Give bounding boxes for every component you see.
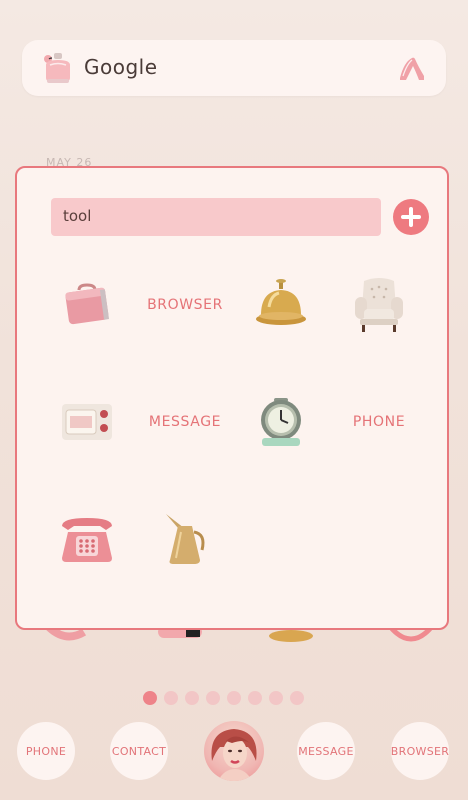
suitcase-icon — [65, 283, 110, 325]
alarm-clock-icon — [261, 398, 301, 446]
page-dot[interactable] — [164, 691, 178, 705]
dock-avatar-button[interactable] — [204, 721, 264, 781]
app-label: PHONE — [352, 414, 406, 430]
page-dot[interactable] — [269, 691, 283, 705]
app-label: BROWSER — [147, 297, 223, 313]
page-dot[interactable] — [248, 691, 262, 705]
page-indicator[interactable] — [143, 691, 304, 705]
app-folder-panel: tool BROWSER MESSAGE PHONE — [15, 166, 449, 630]
app-alarm-clock[interactable] — [231, 387, 331, 457]
page-dot[interactable] — [227, 691, 241, 705]
page-dot[interactable] — [143, 691, 157, 705]
perfume-icon — [44, 53, 70, 83]
app-message[interactable]: MESSAGE — [135, 387, 235, 457]
radio-icon — [62, 404, 112, 440]
app-browser[interactable]: BROWSER — [135, 270, 235, 340]
page-dot[interactable] — [206, 691, 220, 705]
app-service-bell[interactable] — [231, 270, 331, 340]
app-telephone[interactable] — [37, 504, 137, 574]
dock-label: MESSAGE — [298, 744, 354, 758]
search-brand-label: Google — [84, 55, 158, 79]
app-suitcase[interactable] — [37, 270, 137, 340]
jug-icon — [166, 514, 205, 564]
woman-portrait-icon — [211, 729, 257, 781]
dock-label: CONTACT — [111, 744, 167, 758]
app-jug[interactable] — [135, 504, 235, 574]
app-radio[interactable] — [37, 387, 137, 457]
app-armchair[interactable] — [329, 270, 429, 340]
folder-name-field[interactable]: tool — [51, 198, 381, 236]
dock-message-button[interactable]: MESSAGE — [297, 722, 355, 780]
dock-label: PHONE — [25, 744, 67, 758]
app-label: MESSAGE — [148, 414, 222, 430]
service-bell-icon — [256, 279, 306, 325]
telephone-icon — [62, 518, 112, 562]
page-dot[interactable] — [185, 691, 199, 705]
dock-phone-button[interactable]: PHONE — [17, 722, 75, 780]
dock-contact-button[interactable]: CONTACT — [110, 722, 168, 780]
dock-label: BROWSER — [390, 744, 450, 758]
armchair-icon — [355, 278, 403, 332]
app-phone[interactable]: PHONE — [329, 387, 429, 457]
search-widget[interactable]: Google — [22, 40, 446, 96]
add-app-button[interactable] — [393, 199, 429, 235]
page-dot[interactable] — [290, 691, 304, 705]
dock-browser-button[interactable]: BROWSER — [391, 722, 449, 780]
high-heel-icon[interactable] — [394, 52, 428, 86]
